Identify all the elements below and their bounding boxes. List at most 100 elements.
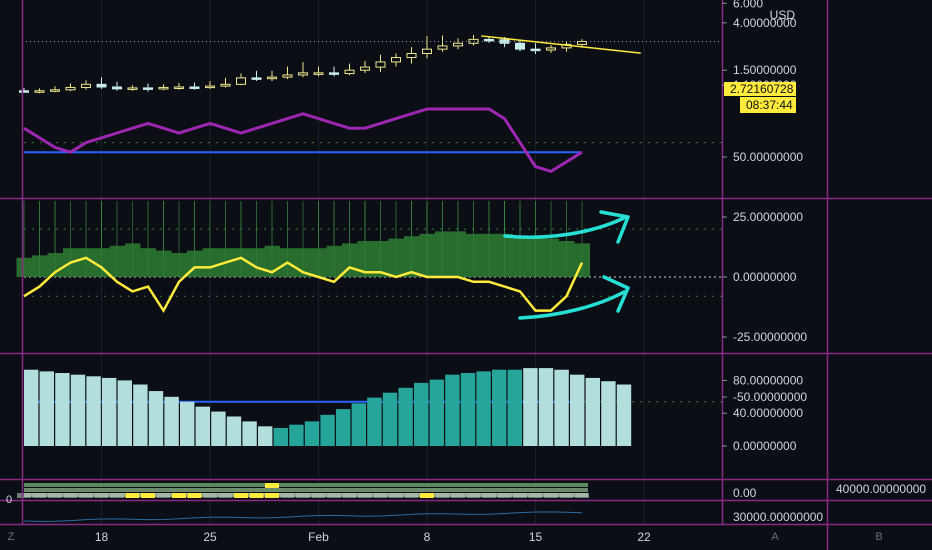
- trading-chart[interactable]: USD 6.0004.000000001.500000001.10000000 …: [0, 0, 932, 550]
- candle-body[interactable]: [81, 83, 91, 88]
- candle-body[interactable]: [267, 76, 277, 80]
- volume-bar[interactable]: [311, 248, 327, 277]
- histogram-bar[interactable]: [180, 401, 195, 446]
- histogram-bar[interactable]: [554, 369, 569, 446]
- footer-button-left[interactable]: Z: [8, 531, 15, 543]
- volume-bar[interactable]: [466, 233, 482, 277]
- volume-bar[interactable]: [202, 248, 219, 277]
- candle-body[interactable]: [546, 47, 556, 51]
- volume-bar[interactable]: [156, 250, 172, 277]
- histogram-bar[interactable]: [55, 373, 70, 446]
- histogram-bar[interactable]: [570, 374, 585, 446]
- histogram-bar[interactable]: [289, 424, 304, 446]
- bottom-axis[interactable]: 30000.00000000: [733, 510, 823, 524]
- volume-bar[interactable]: [404, 236, 420, 277]
- histogram-bar[interactable]: [538, 368, 554, 446]
- candle-body[interactable]: [220, 83, 231, 87]
- volume-bar[interactable]: [388, 238, 405, 277]
- histogram-bar[interactable]: [195, 406, 210, 446]
- histogram-bar[interactable]: [336, 409, 351, 446]
- histogram-bar[interactable]: [492, 369, 507, 446]
- histogram-bar[interactable]: [102, 377, 117, 446]
- histogram-bar[interactable]: [601, 381, 616, 446]
- histogram-bar[interactable]: [414, 382, 429, 446]
- volume-bar[interactable]: [326, 245, 343, 277]
- histogram-bar[interactable]: [460, 373, 476, 446]
- histogram-bar[interactable]: [320, 414, 335, 446]
- histogram-bar[interactable]: [616, 384, 632, 447]
- candle-body[interactable]: [530, 48, 541, 52]
- candle-body[interactable]: [50, 89, 60, 92]
- volume-bar[interactable]: [450, 231, 467, 277]
- candle-body[interactable]: [422, 48, 432, 55]
- candle-body[interactable]: [236, 77, 246, 85]
- volume-bar[interactable]: [435, 231, 451, 277]
- histogram-bar[interactable]: [398, 387, 413, 446]
- candle-body[interactable]: [344, 69, 355, 75]
- volume-bar[interactable]: [497, 233, 513, 277]
- volume-bar[interactable]: [543, 238, 560, 277]
- candle-body[interactable]: [437, 45, 448, 50]
- candle-body[interactable]: [329, 72, 339, 75]
- histogram-bar[interactable]: [258, 426, 273, 446]
- footer-button-mid[interactable]: A: [771, 531, 779, 543]
- histogram-bar[interactable]: [70, 374, 86, 446]
- candle-body[interactable]: [251, 77, 262, 80]
- histogram-axis[interactable]: 80.00000000 40.00000000 0.00000000: [722, 373, 803, 453]
- volume-bar[interactable]: [559, 241, 575, 277]
- footer-button-right[interactable]: B: [875, 531, 882, 543]
- histogram-bar[interactable]: [226, 416, 242, 446]
- volume-bar[interactable]: [249, 248, 265, 277]
- histogram-bar[interactable]: [133, 384, 148, 447]
- histogram-bar[interactable]: [507, 369, 522, 446]
- candle-body[interactable]: [406, 53, 417, 59]
- candle-body[interactable]: [96, 83, 107, 88]
- candle-body[interactable]: [515, 42, 525, 50]
- histogram-bar[interactable]: [117, 380, 132, 446]
- histogram-bar[interactable]: [367, 397, 382, 446]
- candle-body[interactable]: [391, 57, 401, 63]
- histogram-bar[interactable]: [382, 392, 398, 446]
- candle-body[interactable]: [112, 86, 122, 90]
- volume-bar[interactable]: [481, 233, 498, 277]
- candle-body[interactable]: [65, 86, 76, 91]
- volume-bar[interactable]: [419, 233, 436, 277]
- candle-body[interactable]: [19, 90, 29, 93]
- histogram-bar[interactable]: [304, 421, 320, 446]
- candle-body[interactable]: [484, 38, 494, 42]
- volume-bar[interactable]: [16, 257, 33, 277]
- candle-body[interactable]: [143, 87, 153, 90]
- candle-body[interactable]: [499, 39, 510, 44]
- candle-body[interactable]: [313, 72, 324, 75]
- candle-body[interactable]: [453, 42, 463, 47]
- histogram-bar[interactable]: [24, 369, 39, 446]
- strip-pane[interactable]: [17, 483, 589, 498]
- candle-body[interactable]: [360, 66, 370, 71]
- histogram-bar[interactable]: [445, 374, 460, 446]
- candle-body[interactable]: [205, 85, 215, 89]
- histogram-bar[interactable]: [585, 377, 600, 446]
- histogram-bar[interactable]: [242, 421, 257, 446]
- volume-bar[interactable]: [140, 248, 157, 277]
- histogram-bar[interactable]: [39, 371, 54, 446]
- histogram-bar[interactable]: [211, 411, 226, 446]
- candle-body[interactable]: [282, 74, 293, 78]
- candle-body[interactable]: [127, 87, 138, 90]
- volume-bar[interactable]: [528, 238, 544, 277]
- histogram-bar[interactable]: [86, 376, 101, 446]
- histogram-bar[interactable]: [351, 403, 366, 446]
- candle-body[interactable]: [298, 72, 308, 76]
- histogram-bar[interactable]: [273, 427, 288, 446]
- volume-bar[interactable]: [512, 236, 529, 277]
- volume-bar[interactable]: [125, 243, 141, 277]
- candle-body[interactable]: [174, 86, 184, 89]
- candle-body[interactable]: [189, 86, 200, 89]
- candle-body[interactable]: [158, 86, 169, 90]
- candle-body[interactable]: [375, 61, 386, 68]
- histogram-bar[interactable]: [429, 379, 444, 446]
- volume-bar[interactable]: [109, 245, 126, 277]
- volume-bar[interactable]: [32, 255, 48, 277]
- volume-bar[interactable]: [171, 253, 188, 277]
- histogram-bar[interactable]: [523, 368, 538, 446]
- candle-body[interactable]: [34, 90, 45, 93]
